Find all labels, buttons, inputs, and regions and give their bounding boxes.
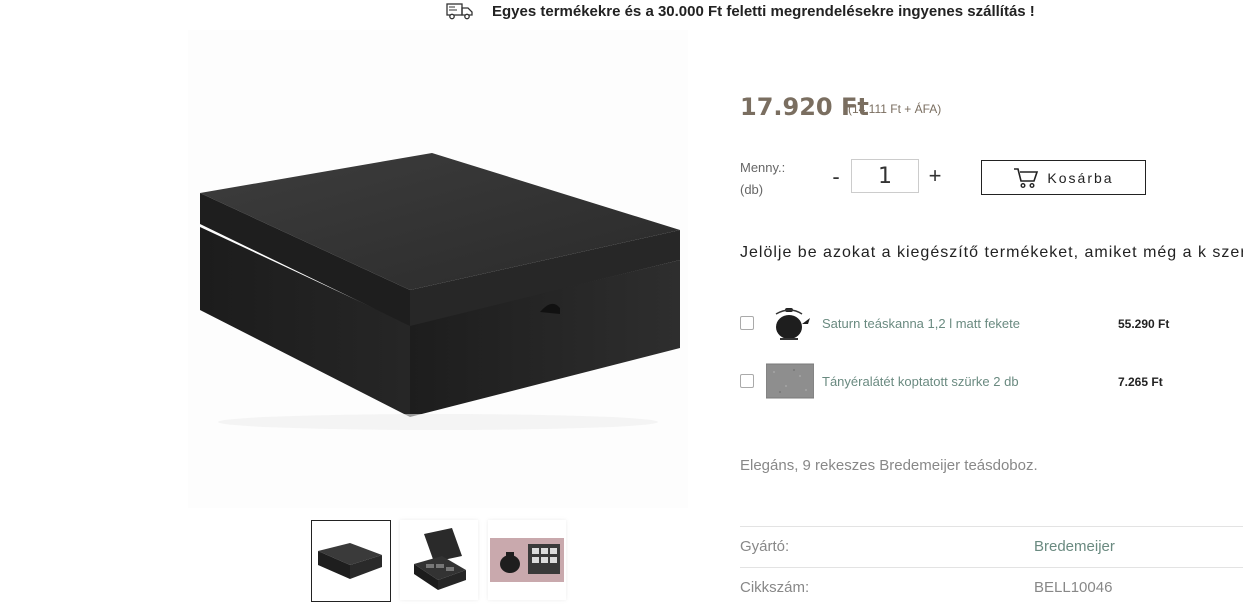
cart-icon [1014, 167, 1039, 188]
accessory-item: Saturn teáskanna 1,2 l matt fekete 55.29… [740, 304, 1240, 344]
accessory-name[interactable]: Tányéralátét koptatott szürke 2 db [822, 374, 1019, 389]
accessory-checkbox[interactable] [740, 316, 754, 330]
attribute-label-sku: Cikkszám: [740, 579, 810, 596]
thumbnail-open-box-image [414, 528, 466, 590]
attribute-divider [740, 567, 1243, 568]
quantity-label: Menny.: (db) [740, 160, 786, 197]
teapot-icon [775, 308, 810, 340]
accessory-item: Tányéralátét koptatott szürke 2 db 7.265… [740, 362, 1240, 402]
quantity-decrease-button[interactable]: - [826, 164, 846, 190]
attribute-divider [740, 526, 1243, 527]
placemat-image[interactable] [765, 362, 815, 402]
attribute-value-sku: BELL10046 [1034, 579, 1113, 596]
quantity-increase-button[interactable]: + [924, 163, 946, 189]
thumbnail-lifestyle-image [490, 538, 564, 582]
accessory-price: 7.265 Ft [1118, 375, 1163, 389]
tea-box-image [200, 153, 680, 430]
accessories-prompt: Jelölje be azokat a kiegészítő termékeke… [740, 244, 1243, 261]
product-price-net: (14.111 Ft + ÁFA) [848, 102, 942, 116]
attribute-value-manufacturer[interactable]: Bredemeijer [1034, 538, 1115, 555]
add-to-cart-button[interactable]: Kosárba [981, 160, 1146, 195]
thumbnail-1[interactable] [311, 520, 391, 602]
thumbnail-2[interactable] [400, 520, 478, 600]
shipping-banner-content: Egyes termékekre és a 30.000 Ft feletti … [446, 2, 1035, 20]
shipping-banner: Egyes termékekre és a 30.000 Ft feletti … [0, 0, 1243, 24]
quantity-input[interactable] [851, 159, 919, 193]
thumbnail-closed-box-image [318, 543, 382, 579]
teapot-image[interactable] [766, 304, 814, 344]
accessory-price: 55.290 Ft [1118, 317, 1170, 331]
main-product-image[interactable] [188, 30, 688, 508]
felt-placemat-icon [765, 363, 815, 399]
add-to-cart-label: Kosárba [1047, 169, 1114, 186]
product-description: Elegáns, 9 rekeszes Bredemeijer teásdobo… [740, 457, 1038, 474]
accessory-name[interactable]: Saturn teáskanna 1,2 l matt fekete [822, 316, 1020, 331]
thumbnail-3[interactable] [488, 520, 566, 600]
attribute-label-manufacturer: Gyártó: [740, 538, 790, 555]
shipping-banner-text: Egyes termékekre és a 30.000 Ft feletti … [492, 2, 1035, 20]
truck-icon [446, 3, 473, 20]
accessory-checkbox[interactable] [740, 374, 754, 388]
